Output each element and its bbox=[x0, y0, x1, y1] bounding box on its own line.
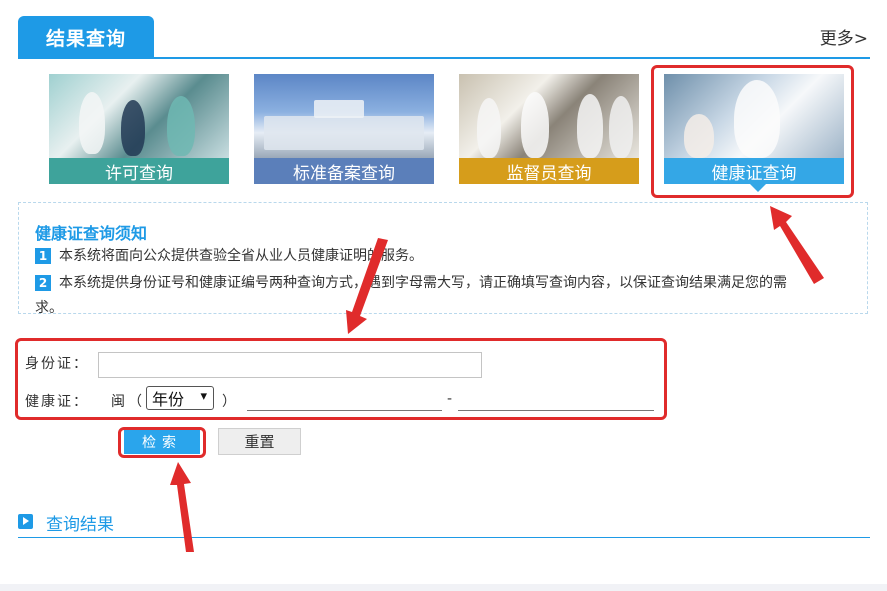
id-card-label: 身份证： bbox=[25, 356, 89, 372]
tab-divider-line bbox=[18, 57, 870, 59]
active-category-pointer bbox=[750, 184, 766, 192]
category-license-query[interactable]: 许可查询 bbox=[49, 74, 229, 184]
number-badge: 1 bbox=[35, 248, 51, 264]
search-button[interactable]: 检索 bbox=[124, 430, 200, 454]
play-icon bbox=[18, 514, 33, 529]
arrow-to-search-icon bbox=[170, 462, 194, 552]
cert-number-part1-input[interactable] bbox=[247, 410, 442, 411]
more-link[interactable]: 更多> bbox=[820, 24, 868, 49]
result-divider bbox=[18, 537, 870, 538]
category-health-cert-query[interactable]: 健康证查询 bbox=[664, 74, 844, 184]
cert-number-part2-input[interactable] bbox=[458, 410, 654, 411]
chevron-down-icon: ▾ bbox=[200, 389, 207, 404]
health-cert-label: 健康证： bbox=[25, 394, 89, 410]
notice-item-1: 1 本系统将面向公众提供查验全省从业人员健康证明的服务。 bbox=[35, 244, 423, 268]
header-tab-bar: 结果查询 更多> bbox=[18, 16, 870, 59]
notice-item-2: 2 本系统提供身份证号和健康证编号两种查询方式，遇到字母需大写，请正确填写查询内容… bbox=[35, 271, 857, 295]
category-label: 许可查询 bbox=[49, 158, 229, 184]
year-select-value: 年份 bbox=[152, 390, 185, 409]
footer-band bbox=[0, 584, 887, 591]
notice-text: 本系统提供身份证号和健康证编号两种查询方式，遇到字母需大写，请正确填写查询内容，… bbox=[59, 275, 787, 291]
notice-box: 健康证查询须知 1 本系统将面向公众提供查验全省从业人员健康证明的服务。 2 本系统… bbox=[18, 202, 868, 316]
category-label: 标准备案查询 bbox=[254, 158, 434, 184]
result-section-title: 查询结果 bbox=[46, 515, 114, 535]
region-prefix: 闽 bbox=[111, 394, 125, 410]
id-card-input[interactable] bbox=[98, 352, 482, 378]
nurse-photo bbox=[664, 74, 844, 158]
number-badge: 2 bbox=[35, 275, 51, 291]
category-inspector-query[interactable]: 监督员查询 bbox=[459, 74, 639, 184]
category-label: 健康证查询 bbox=[664, 158, 844, 184]
reset-button[interactable]: 重置 bbox=[218, 428, 301, 455]
category-label: 监督员查询 bbox=[459, 158, 639, 184]
category-standard-filing-query[interactable]: 标准备案查询 bbox=[254, 74, 434, 184]
license-photo bbox=[49, 74, 229, 158]
tab-result-query[interactable]: 结果查询 bbox=[18, 16, 154, 59]
close-paren: ） bbox=[222, 394, 236, 410]
building-photo bbox=[254, 74, 434, 158]
open-paren: （ bbox=[128, 394, 142, 410]
dash-separator: - bbox=[447, 391, 453, 407]
notice-text: 本系统将面向公众提供查验全省从业人员健康证明的服务。 bbox=[59, 248, 423, 264]
notice-title: 健康证查询须知 bbox=[35, 224, 148, 243]
notice-item-2-wrap: 求。 bbox=[35, 300, 63, 316]
inspector-photo bbox=[459, 74, 639, 158]
year-select[interactable]: 年份 ▾ bbox=[146, 386, 214, 410]
